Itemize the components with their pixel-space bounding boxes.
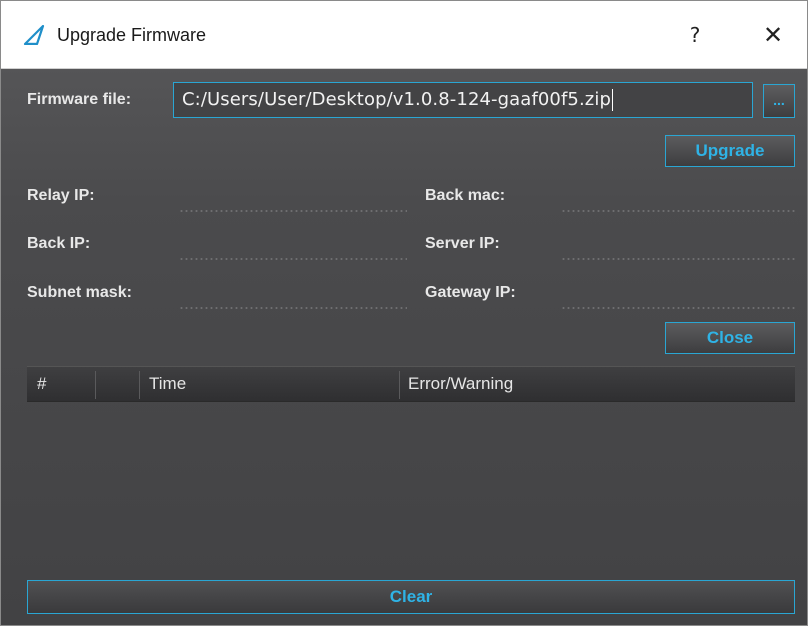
close-window-button[interactable]: ✕ <box>753 19 793 51</box>
browse-button[interactable]: ... <box>763 84 795 118</box>
column-separator <box>399 371 400 399</box>
gateway-ip-label: Gateway IP: <box>425 284 516 301</box>
server-ip-value <box>561 258 795 260</box>
app-logo-icon <box>23 25 45 45</box>
window-title: Upgrade Firmware <box>57 25 207 45</box>
gateway-ip-value <box>561 307 795 309</box>
column-separator <box>95 371 96 399</box>
clear-button[interactable]: Clear <box>27 580 795 614</box>
log-table-header: # Time Error/Warning <box>27 366 795 402</box>
firmware-file-label: Firmware file: <box>27 91 132 108</box>
back-mac-value <box>561 210 795 212</box>
firmware-path-text: C:/Users/User/Desktop/v1.0.8-124-gaaf00f… <box>182 89 611 110</box>
server-ip-label: Server IP: <box>425 235 500 252</box>
column-separator <box>139 371 140 399</box>
back-ip-value <box>179 258 407 260</box>
column-error-warning-header[interactable]: Error/Warning <box>408 367 513 401</box>
relay-ip-label: Relay IP: <box>27 187 95 204</box>
close-button[interactable]: Close <box>665 322 795 354</box>
upgrade-button[interactable]: Upgrade <box>665 135 795 167</box>
subnet-mask-value <box>179 307 407 309</box>
firmware-file-input[interactable]: C:/Users/User/Desktop/v1.0.8-124-gaaf00f… <box>173 82 753 118</box>
column-number-header[interactable]: # <box>37 367 46 401</box>
subnet-mask-label: Subnet mask: <box>27 284 132 301</box>
upgrade-firmware-dialog: Upgrade Firmware ? ✕ Firmware file: C:/U… <box>0 0 808 626</box>
relay-ip-value <box>179 210 407 212</box>
back-ip-label: Back IP: <box>27 235 91 252</box>
help-button[interactable]: ? <box>677 19 713 51</box>
text-caret <box>611 89 613 111</box>
back-mac-label: Back mac: <box>425 187 506 204</box>
title-bar: Upgrade Firmware ? ✕ <box>1 1 807 69</box>
column-time-header[interactable]: Time <box>149 367 186 401</box>
